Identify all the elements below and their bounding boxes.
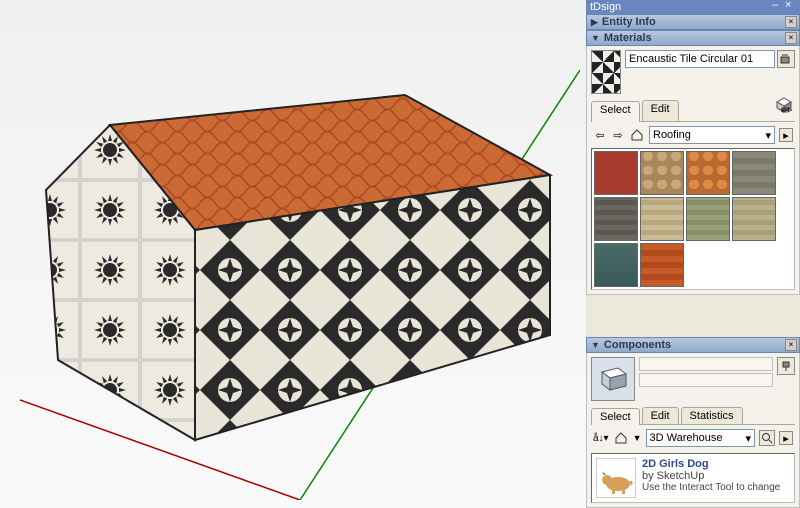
- component-info: 2D Girls Dog by SketchUp Use the Interac…: [642, 458, 790, 498]
- create-material-button[interactable]: [777, 50, 795, 68]
- back-button[interactable]: ⇦: [593, 128, 607, 142]
- swatch[interactable]: [594, 243, 638, 287]
- tab-select[interactable]: Select: [591, 408, 640, 425]
- dog-icon: [598, 460, 634, 496]
- tab-statistics[interactable]: Statistics: [681, 407, 743, 424]
- pin-icon: [780, 360, 792, 372]
- paint-bucket-icon: [779, 52, 793, 66]
- component-author: by SketchUp: [642, 470, 790, 482]
- component-thumbnail[interactable]: [596, 458, 636, 498]
- sidebar: tDsign – × ▶ Entity Info × ▼ Materials ×: [586, 0, 800, 508]
- window-title-bar: tDsign – ×: [586, 0, 800, 14]
- tab-edit[interactable]: Edit: [642, 407, 679, 424]
- library-name: Roofing: [653, 129, 691, 141]
- details-button[interactable]: ▸: [779, 128, 793, 142]
- swatch[interactable]: [640, 151, 684, 195]
- chevron-down-icon: ▾: [745, 432, 751, 445]
- panel-entity-info-header[interactable]: ▶ Entity Info ×: [586, 14, 800, 30]
- swatch[interactable]: [640, 197, 684, 241]
- library-select[interactable]: Roofing ▾: [649, 126, 775, 144]
- panel-materials-header[interactable]: ▼ Materials ×: [586, 30, 800, 46]
- component-description: Use the Interact Tool to change: [642, 482, 790, 493]
- swatch[interactable]: [594, 197, 638, 241]
- home-icon: [614, 431, 628, 445]
- component-pin-button[interactable]: [777, 357, 795, 375]
- components-tabs: Select Edit Statistics: [591, 407, 795, 425]
- collapse-icon: ▶: [591, 17, 598, 28]
- chevron-down-icon[interactable]: ▼: [633, 433, 642, 443]
- home-button[interactable]: [629, 127, 645, 143]
- tab-select[interactable]: Select: [591, 101, 640, 122]
- component-desc-field[interactable]: [639, 373, 773, 387]
- close-icon[interactable]: ×: [785, 16, 797, 28]
- close-icon[interactable]: ×: [785, 339, 797, 351]
- swatch[interactable]: [686, 197, 730, 241]
- library-nav: ⇦ ⇨ Roofing ▾ ▸: [591, 122, 795, 148]
- window-title: tDsign: [590, 1, 621, 13]
- panel-components-header[interactable]: ▼ Components ×: [586, 337, 800, 353]
- expand-icon: ▼: [591, 340, 600, 350]
- components-library-select[interactable]: 3D Warehouse ▾: [646, 429, 755, 447]
- minimize-icon[interactable]: –: [772, 1, 783, 12]
- panel-title: Materials: [604, 32, 652, 44]
- forward-button[interactable]: ⇨: [611, 128, 625, 142]
- component-preview[interactable]: [591, 357, 635, 401]
- home-button[interactable]: [613, 430, 629, 446]
- chevron-down-icon: ▾: [765, 129, 771, 142]
- component-title[interactable]: 2D Girls Dog: [642, 458, 790, 470]
- library-name: 3D Warehouse: [650, 432, 723, 444]
- component-list: 2D Girls Dog by SketchUp Use the Interac…: [591, 453, 795, 503]
- close-icon[interactable]: ×: [785, 1, 796, 12]
- close-icon[interactable]: ×: [785, 32, 797, 44]
- swatch[interactable]: [732, 197, 776, 241]
- nav-hint: å↓▾: [593, 433, 609, 444]
- model-box[interactable]: [20, 60, 580, 500]
- swatch[interactable]: [640, 243, 684, 287]
- components-panel: Select Edit Statistics å↓▾ ▼ 3D Warehous…: [586, 353, 800, 508]
- material-swatches: [591, 148, 795, 290]
- swatch[interactable]: [732, 151, 776, 195]
- viewport-3d[interactable]: [0, 0, 586, 508]
- material-name-input[interactable]: [625, 50, 775, 68]
- materials-tabs: Select Edit ✎: [591, 100, 795, 122]
- home-icon: [630, 128, 644, 142]
- details-button[interactable]: ▸: [779, 431, 793, 445]
- box-icon: [596, 362, 630, 396]
- component-name-field[interactable]: [639, 357, 773, 371]
- swatch[interactable]: [594, 151, 638, 195]
- materials-panel: Select Edit ✎ ⇦ ⇨ Roofing ▾ ▸: [586, 46, 800, 295]
- components-nav: å↓▾ ▼ 3D Warehouse ▾ ▸: [591, 425, 795, 451]
- expand-icon: ▼: [591, 33, 600, 43]
- panel-title: Entity Info: [602, 16, 656, 28]
- material-preview[interactable]: [591, 50, 621, 94]
- panel-title: Components: [604, 339, 671, 351]
- tab-edit[interactable]: Edit: [642, 100, 679, 121]
- search-button[interactable]: [759, 430, 775, 446]
- search-icon: [761, 432, 773, 444]
- swatch[interactable]: [686, 151, 730, 195]
